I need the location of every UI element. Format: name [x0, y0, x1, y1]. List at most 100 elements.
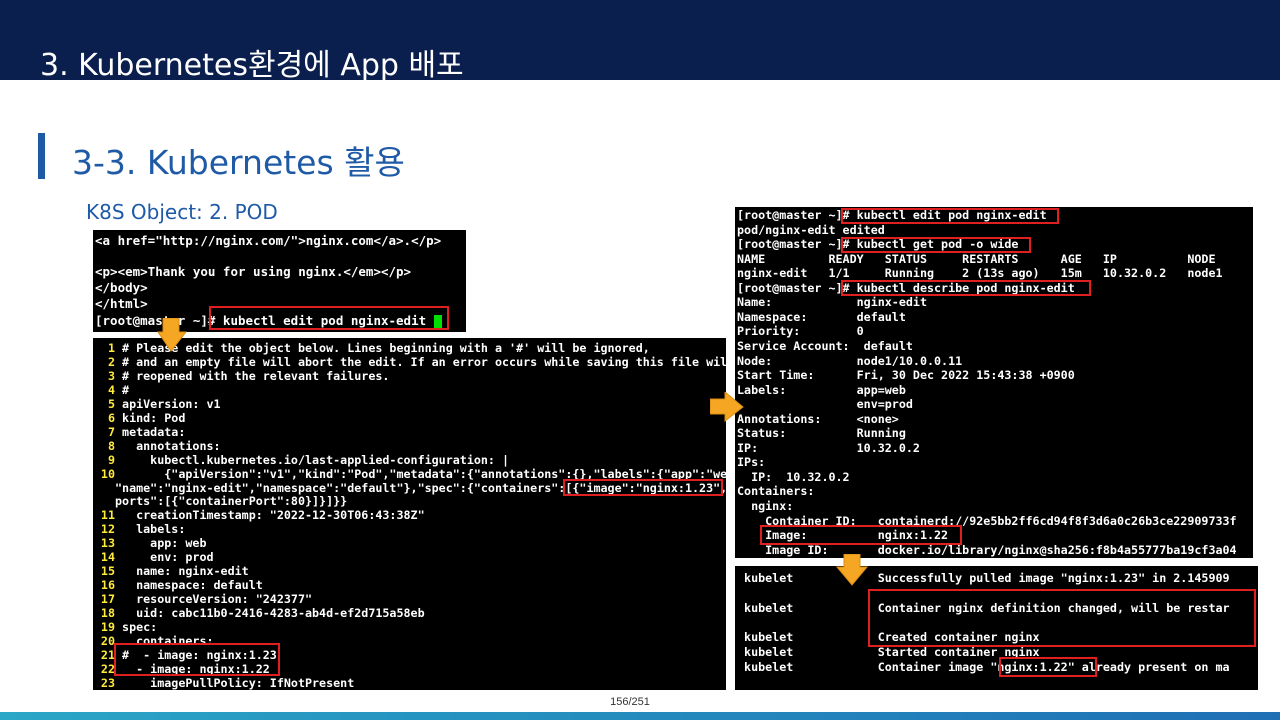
line-number: 14 [100, 550, 115, 565]
terminal-line: NAME READY STATUS RESTARTS AGE IP NODE [737, 251, 1216, 266]
event-line: kubelet Started container nginx [737, 645, 1040, 659]
line-number: 13 [100, 536, 115, 551]
terminal-line: </body> [95, 280, 148, 295]
editor-line-text: # [115, 382, 130, 397]
editor-line-text: # reopened with the relevant failures. [115, 368, 390, 383]
line-number: 18 [100, 606, 115, 621]
edit-command-highlight [841, 208, 1059, 224]
terminal-line: IPs: [737, 455, 766, 470]
editor-line-text: env: prod [115, 550, 214, 565]
title-bar: 3. Kubernetes환경에 App 배포 [0, 0, 1280, 83]
editor-line-text: namespace: default [115, 578, 263, 593]
image-highlight [563, 479, 723, 496]
line-number: 12 [100, 522, 115, 537]
editor-line: 13 app: web [93, 536, 207, 551]
editor-line-text: kubectl.kubernetes.io/last-applied-confi… [115, 452, 510, 467]
line-number: 16 [100, 578, 115, 593]
editor-line: 17 resourceVersion: "242377" [93, 592, 312, 607]
terminal-pod-editor: 1 # Please edit the object below. Lines … [93, 338, 726, 690]
editor-line: 15 name: nginx-edit [93, 564, 249, 579]
line-number: 23 [100, 675, 115, 690]
editor-line: 16 namespace: default [93, 578, 263, 593]
editor-line: 11 creationTimestamp: "2022-12-30T06:43:… [93, 508, 425, 523]
editor-line-text: # Please edit the object below. Lines be… [115, 341, 650, 355]
editor-line-text: kind: Pod [115, 410, 186, 425]
line-number: 4 [107, 382, 115, 397]
editor-line: 4 # [93, 383, 129, 398]
line-number: 3 [107, 368, 115, 383]
line-number: 17 [100, 592, 115, 607]
line-number: 7 [107, 424, 115, 439]
terminal-line: IP: 10.32.0.2 [737, 440, 920, 455]
editor-line: 9 kubectl.kubernetes.io/last-applied-con… [93, 453, 509, 468]
footer-bar [0, 712, 1280, 720]
line-number: 20 [100, 633, 115, 648]
line-number: 9 [107, 452, 115, 467]
line-number: 8 [107, 438, 115, 453]
describe-command-highlight [841, 280, 1091, 296]
terminal-line: Service Account: default [737, 338, 913, 353]
terminal-line: IP: 10.32.0.2 [737, 469, 850, 484]
editor-line-text: name: nginx-edit [115, 564, 249, 579]
terminal-pod-events: kubelet Successfully pulled image "nginx… [735, 566, 1258, 690]
editor-line: 18 uid: cabc11b0-2416-4283-ab4d-ef2d715a… [93, 606, 425, 621]
terminal-line: Labels: app=web [737, 382, 906, 397]
get-command-highlight [841, 237, 1031, 253]
section-accent-bar [38, 133, 45, 179]
terminal-line: <p><em>Thank you for using nginx.</em></… [95, 264, 412, 279]
editor-line-text: creationTimestamp: "2022-12-30T06:43:38Z… [115, 508, 425, 523]
page-number: 156/251 [610, 696, 650, 708]
editor-line: 12 labels: [93, 522, 185, 537]
editor-line-text: resourceVersion: "242377" [115, 592, 313, 607]
image-event-highlight [999, 657, 1097, 677]
editor-line-text: # and an empty file will abort the edit.… [115, 354, 726, 369]
editor-line-text: spec: [115, 620, 158, 634]
events-highlight [868, 589, 1256, 647]
editor-line: ports":[{"containerPort":80}]}]}} [93, 494, 347, 509]
editor-line: 5 apiVersion: v1 [93, 397, 221, 412]
editor-line: 3 # reopened with the relevant failures. [93, 369, 389, 384]
arrow-down-icon [157, 318, 187, 352]
line-number: 5 [107, 396, 115, 411]
terminal-line: nginx-edit 1/1 Running 2 (13s ago) 15m 1… [737, 266, 1223, 281]
arrow-right-icon [710, 392, 744, 422]
terminal-line: nginx: [737, 499, 794, 513]
editor-line-text: metadata: [115, 424, 186, 439]
line-number: 11 [100, 508, 115, 523]
editor-line-text: ports":[{"containerPort":80}]}]}} [115, 494, 348, 509]
terminal-line: </html> [95, 296, 148, 311]
line-number: 2 [107, 354, 115, 369]
editor-line: 23 imagePullPolicy: IfNotPresent [93, 676, 354, 690]
terminal-line: Namespace: default [737, 309, 906, 324]
arrow-down-icon [836, 554, 868, 586]
editor-line: 2 # and an empty file will abort the edi… [93, 355, 726, 370]
terminal-line: Status: Running [737, 426, 906, 441]
editor-line: 19 spec: [93, 620, 157, 635]
editor-line-text: annotations: [115, 438, 221, 453]
terminal-line: Containers: [737, 484, 815, 499]
terminal-line: env=prod [737, 397, 913, 412]
editor-line-text: uid: cabc11b0-2416-4283-ab4d-ef2d715a58e… [115, 606, 425, 621]
terminal-line: Name: nginx-edit [737, 295, 927, 310]
terminal-describe-pod: [root@master ~]# kubectl edit pod nginx-… [735, 207, 1253, 558]
terminal-line: Node: node1/10.0.0.11 [737, 353, 963, 368]
event-line: kubelet Container image "nginx:1.22" alr… [737, 659, 1230, 674]
terminal-curl-output: <a href="http://nginx.com/">nginx.com</a… [93, 230, 466, 332]
editor-line: 14 env: prod [93, 550, 214, 565]
line-number: 21 [100, 647, 115, 662]
editor-line: 6 kind: Pod [93, 411, 185, 426]
image-edit-highlight [114, 643, 280, 676]
editor-line: 7 metadata: [93, 425, 185, 440]
section-title: 3-3. Kubernetes 활용 [72, 143, 405, 182]
line-number: 15 [100, 564, 115, 579]
line-number: 22 [100, 661, 115, 676]
slide-title: 3. Kubernetes환경에 App 배포 [40, 48, 464, 83]
editor-line: 8 annotations: [93, 439, 221, 454]
command-highlight [209, 306, 449, 330]
editor-line-text: imagePullPolicy: IfNotPresent [115, 675, 355, 690]
editor-line-text: apiVersion: v1 [115, 396, 221, 411]
editor-line-text: app: web [115, 536, 207, 551]
terminal-line: pod/nginx-edit edited [737, 222, 885, 237]
terminal-line: Start Time: Fri, 30 Dec 2022 15:43:38 +0… [737, 368, 1075, 383]
event-line: kubelet Successfully pulled image "nginx… [737, 571, 1230, 585]
